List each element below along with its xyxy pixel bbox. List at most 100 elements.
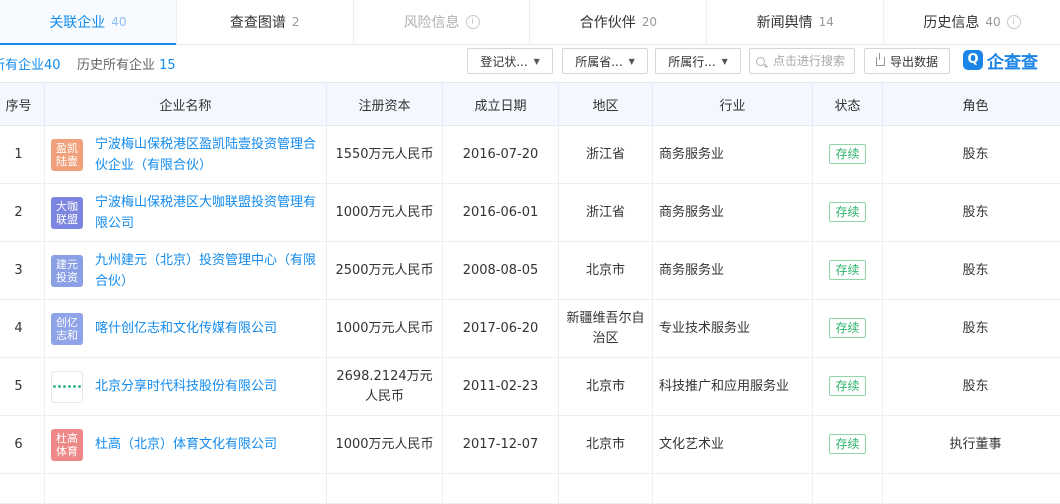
company-name-link[interactable]: 喀什创亿志和文化传媒有限公司 — [95, 318, 277, 339]
registered-capital-cell: 1550万元人民币 — [327, 126, 443, 184]
established-date-cell: 2008-08-05 — [443, 242, 559, 300]
tab-label: 查查图谱 — [230, 12, 286, 32]
tab-1[interactable]: 查查图谱 2 — [176, 0, 353, 44]
established-date-cell: 2017-12-07 — [443, 416, 559, 474]
column-header: 状态 — [813, 83, 883, 126]
province-filter[interactable]: 所属省... ▼ — [562, 48, 648, 74]
related-companies-table: 序号企业名称注册资本成立日期地区行业状态角色 1盈凯 陆壹宁波梅山保税港区盈凯陆… — [0, 82, 1060, 504]
status-cell: 存续 — [813, 184, 883, 242]
table-row: 5北京分享时代科技股份有限公司2698.2124万元人民币2011-02-23北… — [0, 358, 1060, 416]
table-row: 4创亿 志和喀什创亿志和文化传媒有限公司1000万元人民币2017-06-20新… — [0, 300, 1060, 358]
company-logo: 盈凯 陆壹 — [51, 139, 83, 171]
company-name-link[interactable]: 杜高（北京）体育文化有限公司 — [95, 434, 277, 455]
company-name-cell: 杜高 体育杜高（北京）体育文化有限公司 — [45, 416, 327, 474]
role-cell: 股东 — [883, 358, 1060, 416]
region-cell: 浙江省 — [559, 126, 653, 184]
column-header: 角色 — [883, 83, 1060, 126]
company-name-link[interactable]: 北京分享时代科技股份有限公司 — [95, 376, 277, 397]
tab-5[interactable]: 历史信息 40 i — [883, 0, 1060, 44]
established-date-cell: 2016-07-20 — [443, 126, 559, 184]
role-cell: 股东 — [883, 300, 1060, 358]
export-icon — [876, 57, 885, 66]
empty-cell — [327, 474, 443, 504]
status-badge: 存续 — [829, 260, 865, 280]
info-icon[interactable]: i — [466, 15, 480, 29]
status-cell: 存续 — [813, 300, 883, 358]
empty-cell — [45, 474, 327, 504]
subtab-history-companies[interactable]: 历史所有企业 15 — [77, 54, 176, 73]
industry-filter[interactable]: 所属行... ▼ — [655, 48, 741, 74]
status-badge: 存续 — [829, 318, 865, 338]
tab-4[interactable]: 新闻舆情 14 — [706, 0, 883, 44]
company-logo: 建元 投资 — [51, 255, 83, 287]
industry-cell: 文化艺术业 — [653, 416, 813, 474]
info-icon[interactable]: i — [1007, 15, 1021, 29]
company-logo: 创亿 志和 — [51, 313, 83, 345]
company-logo — [51, 371, 83, 403]
empty-cell — [883, 474, 1060, 504]
registered-capital-cell: 1000万元人民币 — [327, 300, 443, 358]
role-cell: 执行董事 — [883, 416, 1060, 474]
status-cell: 存续 — [813, 416, 883, 474]
status-cell: 存续 — [813, 358, 883, 416]
industry-cell: 商务服务业 — [653, 242, 813, 300]
table-body: 1盈凯 陆壹宁波梅山保税港区盈凯陆壹投资管理合伙企业（有限合伙）1550万元人民… — [0, 126, 1060, 504]
subtab-all-companies-label: 所有企业 — [0, 58, 44, 73]
empty-cell — [653, 474, 813, 504]
status-badge: 存续 — [829, 202, 865, 222]
company-name-cell: 创亿 志和喀什创亿志和文化传媒有限公司 — [45, 300, 327, 358]
export-data-button[interactable]: 导出数据 — [864, 48, 950, 74]
export-data-label: 导出数据 — [890, 53, 938, 70]
company-name-cell: 建元 投资九州建元（北京）投资管理中心（有限合伙） — [45, 242, 327, 300]
company-cell: 北京分享时代科技股份有限公司 — [51, 371, 320, 403]
tab-3[interactable]: 合作伙伴20 — [529, 0, 706, 44]
tab-count: 14 — [819, 15, 834, 29]
company-name-link[interactable]: 九州建元（北京）投资管理中心（有限合伙） — [95, 250, 320, 292]
company-logo: 大咖 联盟 — [51, 197, 83, 229]
column-header: 地区 — [559, 83, 653, 126]
registration-status-filter-label: 登记状... — [480, 53, 527, 70]
table-header-row: 序号企业名称注册资本成立日期地区行业状态角色 — [0, 83, 1060, 126]
company-cell: 建元 投资九州建元（北京）投资管理中心（有限合伙） — [51, 250, 320, 292]
column-header: 行业 — [653, 83, 813, 126]
region-cell: 新疆维吾尔自治区 — [559, 300, 653, 358]
registration-status-filter[interactable]: 登记状... ▼ — [467, 48, 553, 74]
column-header: 注册资本 — [327, 83, 443, 126]
tab-count: 2 — [292, 15, 300, 29]
industry-cell: 商务服务业 — [653, 126, 813, 184]
caret-down-icon: ▼ — [534, 57, 540, 66]
province-filter-label: 所属省... — [575, 53, 622, 70]
company-name-link[interactable]: 宁波梅山保税港区大咖联盟投资管理有限公司 — [95, 192, 320, 234]
established-date-cell: 2017-06-20 — [443, 300, 559, 358]
tab-0[interactable]: 关联企业40 — [0, 0, 176, 44]
brand-name: 企查查 — [987, 48, 1038, 73]
caret-down-icon: ▼ — [722, 57, 728, 66]
company-table: 序号企业名称注册资本成立日期地区行业状态角色 1盈凯 陆壹宁波梅山保税港区盈凯陆… — [0, 82, 1060, 504]
industry-cell: 科技推广和应用服务业 — [653, 358, 813, 416]
company-logo: 杜高 体育 — [51, 429, 83, 461]
status-cell: 存续 — [813, 126, 883, 184]
industry-filter-label: 所属行... — [668, 53, 715, 70]
status-badge: 存续 — [829, 376, 865, 396]
company-name-link[interactable]: 宁波梅山保税港区盈凯陆壹投资管理合伙企业（有限合伙） — [95, 134, 320, 176]
tab-label: 历史信息 — [923, 12, 979, 32]
table-row: 1盈凯 陆壹宁波梅山保税港区盈凯陆壹投资管理合伙企业（有限合伙）1550万元人民… — [0, 126, 1060, 184]
search-box[interactable] — [749, 48, 855, 74]
subtab-all-companies-count: 40 — [44, 58, 61, 73]
search-input[interactable] — [771, 53, 855, 69]
company-name-cell: 北京分享时代科技股份有限公司 — [45, 358, 327, 416]
table-row: 3建元 投资九州建元（北京）投资管理中心（有限合伙）2500万元人民币2008-… — [0, 242, 1060, 300]
tab-2[interactable]: 风险信息i — [353, 0, 530, 44]
tab-bar: 关联企业40 查查图谱 2 风险信息i合作伙伴20 新闻舆情 14 历史信息 40 i — [0, 0, 1060, 45]
subtab-all-companies[interactable]: 所有企业40 — [0, 54, 61, 73]
region-cell: 北京市 — [559, 416, 653, 474]
tab-label: 新闻舆情 — [757, 12, 813, 32]
table-row: 2大咖 联盟宁波梅山保税港区大咖联盟投资管理有限公司1000万元人民币2016-… — [0, 184, 1060, 242]
region-cell: 北京市 — [559, 242, 653, 300]
row-number-cell: 6 — [0, 416, 45, 474]
tab-count: 20 — [642, 15, 657, 29]
tab-count: 40 — [111, 15, 126, 29]
empty-cell — [443, 474, 559, 504]
empty-cell — [813, 474, 883, 504]
tab-count: 40 — [985, 15, 1000, 29]
